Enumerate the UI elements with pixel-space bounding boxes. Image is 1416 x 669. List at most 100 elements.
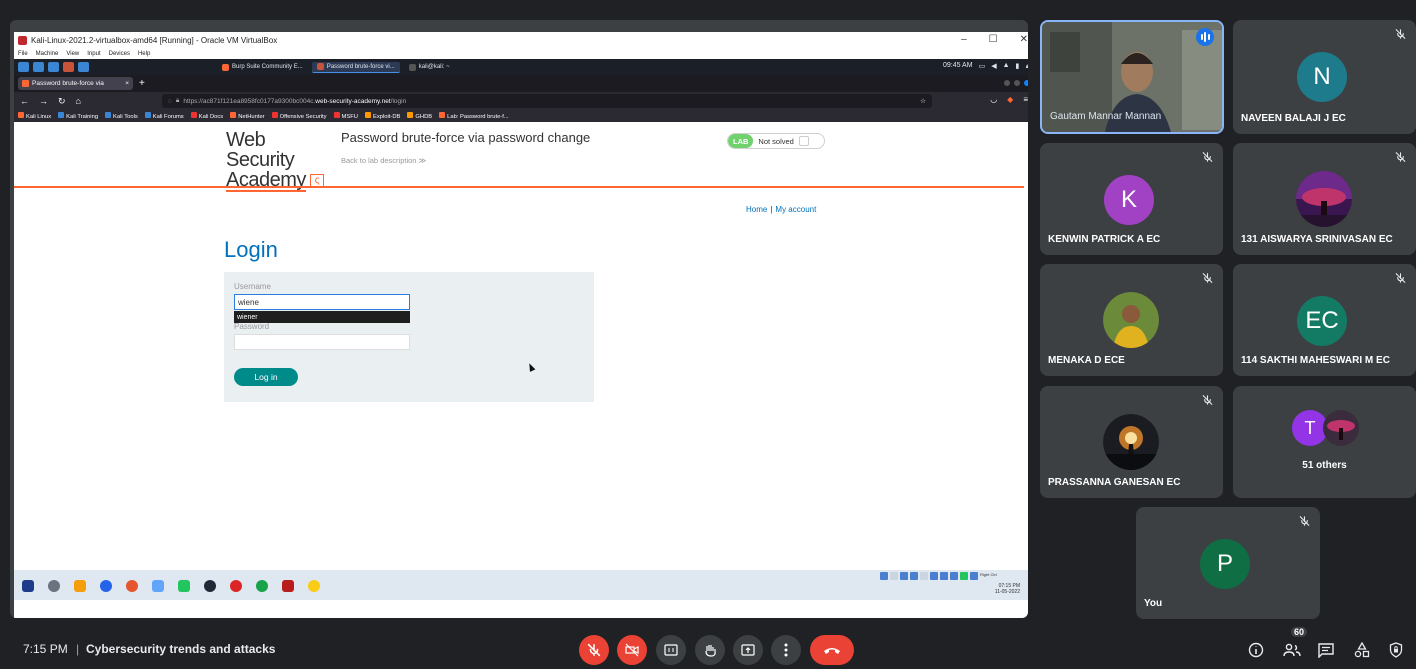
others-tile[interactable]: T 51 others	[1233, 386, 1416, 498]
back-icon[interactable]: ←	[20, 96, 29, 106]
participant-tile[interactable]: K KENWIN PATRICK A EC	[1040, 143, 1223, 255]
web-security-academy-logo[interactable]: Web Security Academy ς	[226, 130, 336, 192]
edge-icon[interactable]	[100, 580, 112, 592]
back-to-lab-link[interactable]: Back to lab description ≫	[341, 156, 426, 165]
home-icon[interactable]: ⌂	[76, 96, 81, 106]
tray-icon[interactable]	[940, 572, 948, 580]
bookmark-item[interactable]: Kali Tools	[105, 112, 138, 120]
volume-icon[interactable]: ◀	[991, 62, 996, 70]
tray-icon[interactable]	[920, 572, 928, 580]
app-icon[interactable]	[230, 580, 242, 592]
host-controls-button[interactable]	[1386, 640, 1406, 660]
window-dot-icon[interactable]	[1004, 80, 1010, 86]
window-dot-icon[interactable]	[1024, 80, 1028, 86]
new-tab-button[interactable]: +	[139, 78, 145, 89]
kali-menu-icon[interactable]	[18, 62, 29, 72]
activities-button[interactable]	[1352, 640, 1372, 660]
menu-view[interactable]: View	[66, 51, 79, 57]
task-firefox[interactable]: Password brute-force vi...	[311, 61, 400, 73]
bookmark-item[interactable]: Lab: Password brute-f...	[439, 112, 509, 120]
lock-icon[interactable]: ⏏	[1025, 62, 1028, 70]
windows-start-icon[interactable]	[22, 580, 34, 592]
my-account-link[interactable]: My account	[775, 205, 816, 214]
extension-icon[interactable]: ◆	[1007, 95, 1013, 104]
login-heading: Login	[224, 237, 278, 262]
workspace-icon[interactable]	[33, 62, 44, 72]
present-button[interactable]	[733, 635, 763, 665]
password-input[interactable]	[234, 334, 410, 350]
bookmark-item[interactable]: Exploit-DB	[364, 112, 400, 120]
close-button[interactable]: ✕	[1020, 34, 1028, 45]
menu-file[interactable]: File	[18, 51, 28, 57]
bookmark-item[interactable]: Kali Training	[58, 112, 98, 120]
minimize-button[interactable]: –	[961, 34, 967, 45]
bookmark-item[interactable]: GHDB	[407, 112, 432, 120]
raise-hand-button[interactable]	[695, 635, 725, 665]
reload-icon[interactable]: ↻	[58, 96, 66, 107]
menu-devices[interactable]: Devices	[109, 51, 130, 57]
meeting-details-button[interactable]	[1246, 640, 1266, 660]
menu-help[interactable]: Help	[138, 51, 150, 57]
file-explorer-icon[interactable]	[74, 580, 86, 592]
bookmark-item[interactable]: Kali Linux	[18, 112, 51, 120]
more-options-button[interactable]	[771, 635, 801, 665]
tray-icon[interactable]	[950, 572, 958, 580]
app-icon[interactable]	[204, 580, 216, 592]
task-burp-suite[interactable]: Burp Suite Community E...	[217, 62, 308, 73]
bookmark-item[interactable]: Offensive Security	[271, 112, 327, 120]
username-input[interactable]: wiene	[234, 294, 410, 310]
self-tile[interactable]: P You	[1136, 507, 1320, 619]
participant-tile[interactable]: PRASSANNA GANESAN EC	[1040, 386, 1223, 498]
participant-tile[interactable]: 131 AISWARYA SRINIVASAN EC	[1233, 143, 1416, 255]
leave-call-button[interactable]	[810, 635, 854, 665]
bookmark-star-icon[interactable]: ☆	[920, 97, 926, 105]
home-link[interactable]: Home	[746, 205, 767, 214]
people-icon	[1283, 643, 1301, 657]
menu-machine[interactable]: Machine	[36, 51, 59, 57]
participant-tile[interactable]: MENAKA D ECE	[1040, 264, 1223, 376]
firefox-icon[interactable]	[126, 580, 138, 592]
participant-tile-speaker[interactable]: Gautam Mannar Mannan	[1040, 20, 1224, 134]
mic-toggle-button[interactable]	[579, 635, 609, 665]
tray-icon[interactable]	[930, 572, 938, 580]
url-bar[interactable]: ◌ 🔒︎ https://ac871f121ea8958fc0177a9300b…	[162, 94, 932, 108]
tab-close-icon[interactable]: ×	[125, 80, 129, 87]
login-button[interactable]: Log in	[234, 368, 298, 386]
lab-badge: LAB	[728, 134, 754, 148]
participant-tile[interactable]: N NAVEEN BALAJI J EC	[1233, 20, 1416, 134]
display-icon[interactable]: ▭	[979, 62, 986, 70]
forward-icon[interactable]: →	[39, 96, 48, 106]
participant-tile[interactable]: EC 114 SAKTHI MAHESWARI M EC	[1233, 264, 1416, 376]
search-icon[interactable]	[48, 580, 60, 592]
hamburger-menu-icon[interactable]: ≡	[1023, 95, 1028, 104]
tray-icon[interactable]	[910, 572, 918, 580]
app-icon[interactable]	[152, 580, 164, 592]
tab-lab[interactable]: Password brute-force via ×	[18, 77, 133, 90]
chrome-icon[interactable]	[256, 580, 268, 592]
bookmark-item[interactable]: NetHunter	[230, 112, 265, 120]
app-icon[interactable]	[178, 580, 190, 592]
terminal-launcher-icon[interactable]	[78, 62, 89, 72]
notification-icon[interactable]: ▲	[1003, 62, 1010, 70]
camera-toggle-button[interactable]	[617, 635, 647, 665]
captions-button[interactable]	[656, 635, 686, 665]
chrome-icon[interactable]	[308, 580, 320, 592]
tray-icon[interactable]	[900, 572, 908, 580]
tray-icon[interactable]	[880, 572, 888, 580]
tray-icon[interactable]	[890, 572, 898, 580]
tray-icon[interactable]	[960, 572, 968, 580]
app-icon[interactable]	[282, 580, 294, 592]
bookmark-item[interactable]: Kali Forums	[144, 112, 184, 120]
bookmark-item[interactable]: MSFU	[333, 112, 358, 120]
maximize-button[interactable]: ☐	[989, 34, 998, 45]
bookmark-item[interactable]: Kali Docs	[190, 112, 223, 120]
firefox-launcher-icon[interactable]	[63, 62, 74, 72]
chat-button[interactable]	[1316, 640, 1336, 660]
task-terminal[interactable]: kali@kali: ~	[404, 62, 455, 73]
pocket-icon[interactable]: ◡	[990, 95, 997, 104]
menu-input[interactable]: Input	[87, 51, 100, 57]
tray-icon[interactable]	[970, 572, 978, 580]
files-icon[interactable]	[48, 62, 59, 72]
window-dot-icon[interactable]	[1014, 80, 1020, 86]
people-button[interactable]	[1282, 640, 1302, 660]
